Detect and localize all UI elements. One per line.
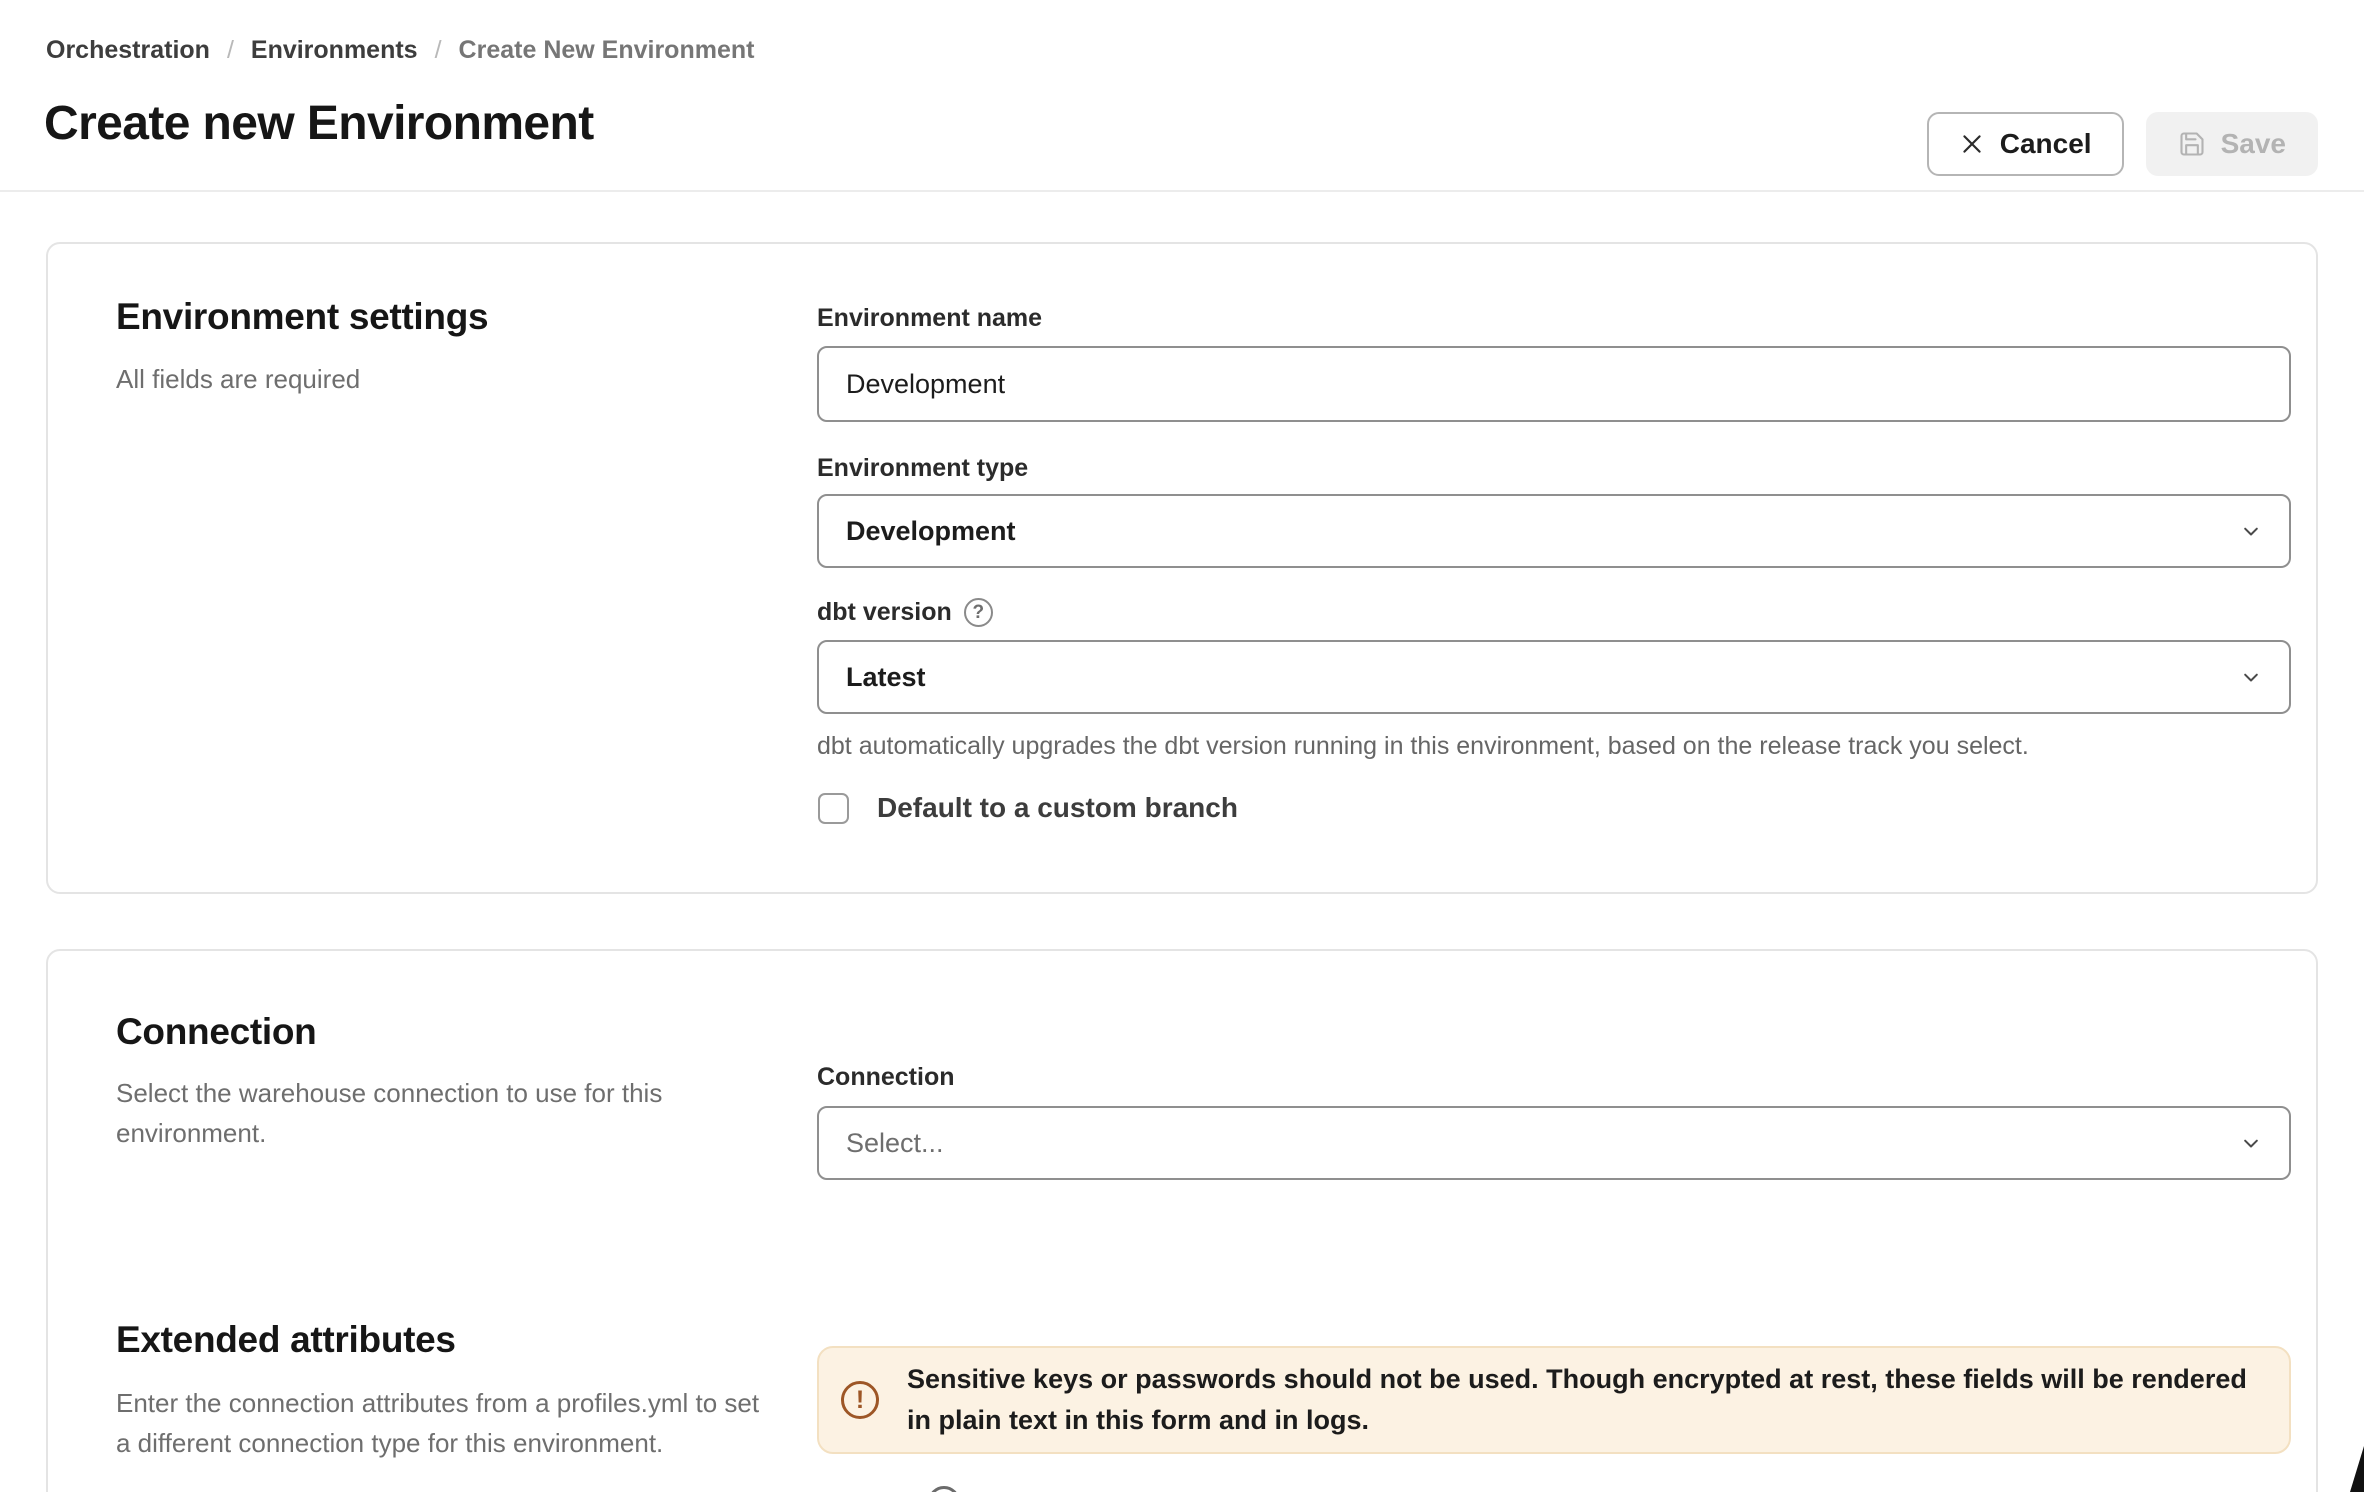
dbt-version-select[interactable]: Latest (817, 640, 2291, 714)
environment-type-select[interactable]: Development (817, 494, 2291, 568)
dbt-version-helper-text: dbt automatically upgrades the dbt versi… (817, 732, 2029, 761)
save-button[interactable]: Save (2146, 112, 2318, 176)
environment-settings-subheading: All fields are required (116, 360, 360, 398)
warning-banner-text: Sensitive keys or passwords should not b… (907, 1359, 2277, 1441)
create-environment-page: Orchestration / Environments / Create Ne… (0, 0, 2364, 1492)
chevron-down-icon (2237, 517, 2265, 545)
custom-branch-checkbox-row[interactable]: Default to a custom branch (818, 792, 1238, 824)
dbt-version-label-text: dbt version (817, 598, 952, 627)
chevron-down-icon (2237, 663, 2265, 691)
header-actions: Cancel Save (1927, 112, 2318, 176)
breadcrumb: Orchestration / Environments / Create Ne… (46, 36, 754, 65)
extended-attributes-heading: Extended attributes (116, 1319, 456, 1361)
environment-settings-card: Environment settings All fields are requ… (46, 242, 2318, 894)
connection-card: Connection Select the warehouse connecti… (46, 949, 2318, 1492)
connection-heading: Connection (116, 1011, 316, 1053)
chevron-down-icon (2237, 1129, 2265, 1157)
dbt-version-label: dbt version ? (817, 598, 993, 627)
breadcrumb-separator: / (227, 36, 234, 65)
save-floppy-icon (2178, 130, 2206, 158)
environment-type-value: Development (846, 516, 1016, 547)
help-circle-icon[interactable]: ? (964, 598, 993, 627)
dbt-version-value: Latest (846, 662, 926, 693)
page-title: Create new Environment (44, 96, 594, 151)
breadcrumb-current-page: Create New Environment (459, 36, 755, 65)
alert-circle-icon: ! (841, 1381, 879, 1419)
connection-field-label: Connection (817, 1063, 955, 1092)
cancel-button-label: Cancel (2000, 128, 2092, 160)
custom-branch-checkbox[interactable] (818, 793, 849, 824)
header-divider (0, 190, 2364, 192)
breadcrumb-separator: / (435, 36, 442, 65)
extended-attributes-description: Enter the connection attributes from a p… (116, 1383, 761, 1463)
connection-select-placeholder: Select... (846, 1128, 944, 1159)
connection-description: Select the warehouse connection to use f… (116, 1073, 691, 1153)
environment-settings-heading: Environment settings (116, 296, 488, 338)
custom-branch-checkbox-label: Default to a custom branch (877, 792, 1238, 824)
breadcrumb-orchestration[interactable]: Orchestration (46, 36, 210, 65)
environment-name-input[interactable]: Development (817, 346, 2291, 422)
save-button-label: Save (2221, 128, 2286, 160)
connection-select[interactable]: Select... (817, 1106, 2291, 1180)
x-icon (1959, 131, 1985, 157)
cursor-artifact (2350, 1446, 2364, 1492)
environment-type-label: Environment type (817, 454, 1028, 483)
sensitive-keys-warning-banner: ! Sensitive keys or passwords should not… (817, 1346, 2291, 1454)
cancel-button[interactable]: Cancel (1927, 112, 2124, 176)
breadcrumb-environments[interactable]: Environments (251, 36, 418, 65)
environment-name-value: Development (846, 369, 1005, 400)
environment-name-label: Environment name (817, 304, 1042, 333)
